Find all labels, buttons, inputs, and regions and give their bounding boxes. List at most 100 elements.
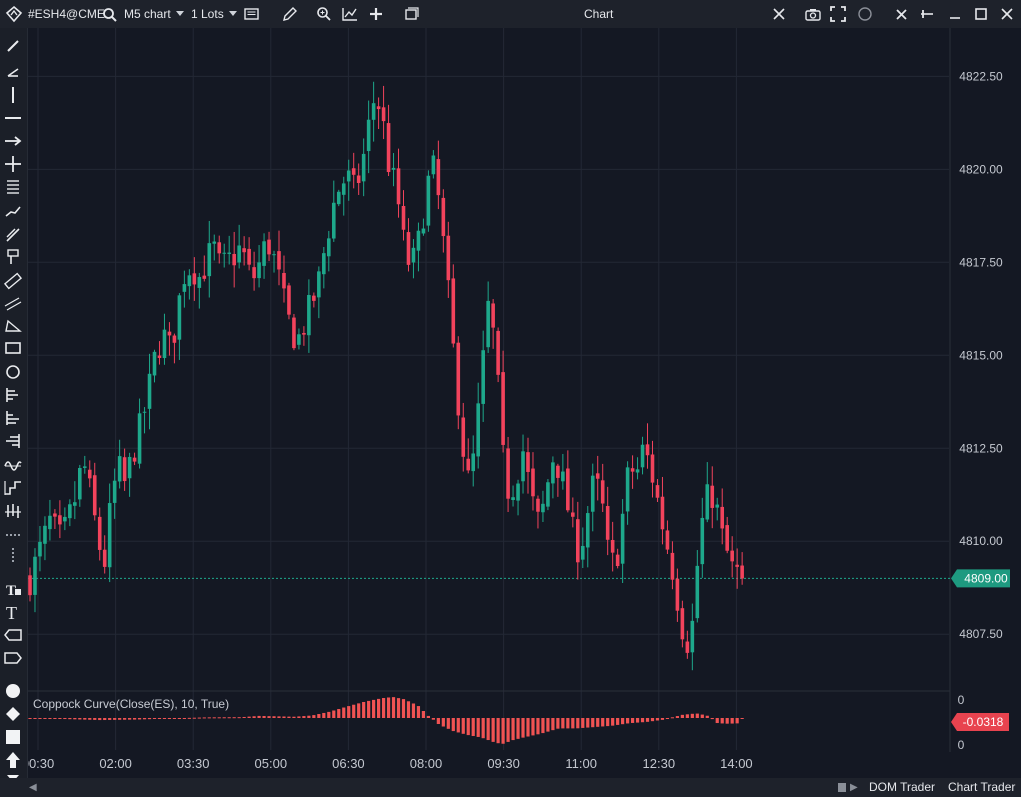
step-icon[interactable] <box>2 478 24 498</box>
histogram-bar <box>367 700 371 718</box>
price-tick-label: 4815.00 <box>959 348 1003 362</box>
trend-line-icon[interactable] <box>2 36 24 56</box>
callout-icon[interactable] <box>2 648 24 668</box>
candle-body <box>605 506 610 540</box>
histogram-bar <box>401 699 406 718</box>
histogram-bar <box>267 716 271 718</box>
histogram-bar <box>118 718 122 720</box>
candle <box>73 481 77 520</box>
bars-pattern-icon[interactable] <box>2 501 24 521</box>
last-price-label: 4809.00 <box>964 571 1008 585</box>
candle <box>212 234 217 261</box>
price-label-icon[interactable] <box>2 625 24 645</box>
histogram-bar <box>277 716 281 718</box>
candle-body <box>426 175 431 226</box>
candle <box>685 630 690 659</box>
candle-body <box>670 552 675 580</box>
histogram-bar <box>172 718 177 719</box>
candle <box>620 499 625 584</box>
candle <box>336 189 341 207</box>
text-icon[interactable]: T <box>2 602 24 622</box>
candle-body <box>531 468 535 497</box>
candle <box>157 341 162 365</box>
histogram-bar <box>461 718 465 734</box>
histogram-bar <box>247 716 251 718</box>
candle <box>307 279 311 353</box>
fibonacci-icon[interactable] <box>2 177 24 197</box>
histogram-bar <box>362 702 366 718</box>
arrow-icon[interactable] <box>2 131 24 151</box>
ray-icon[interactable] <box>2 61 24 81</box>
candle <box>222 243 227 268</box>
candle-body <box>346 170 351 182</box>
more-tools-icon[interactable] <box>2 525 24 545</box>
horizontal-line-icon[interactable] <box>2 108 24 128</box>
ruler-icon[interactable] <box>2 271 24 291</box>
candle <box>381 85 386 140</box>
arrow-up-marker-icon[interactable] <box>2 750 24 770</box>
candle <box>441 189 446 253</box>
polyline-icon[interactable] <box>2 201 24 221</box>
volume-profile-icon[interactable] <box>2 385 24 405</box>
price-axis-labels: 4822.50 4820.00 4817.50 4815.00 4812.50 4810.… <box>959 69 1003 641</box>
candle <box>476 382 480 469</box>
candle-body <box>356 175 361 183</box>
histogram-bar <box>476 718 480 737</box>
candle-body <box>521 451 525 482</box>
dom-trader-button[interactable]: DOM Trader <box>869 778 935 797</box>
candle-body <box>585 513 590 548</box>
scroll-thumb[interactable] <box>838 783 846 792</box>
cycle-icon[interactable] <box>2 454 24 474</box>
triangle-icon[interactable] <box>2 316 24 336</box>
ellipse-icon[interactable] <box>2 362 24 382</box>
candle <box>526 437 530 494</box>
candle <box>132 452 137 466</box>
candle-body <box>481 350 485 404</box>
histogram-bar <box>571 718 575 729</box>
histogram-bar <box>48 718 52 719</box>
candle-body <box>710 485 715 508</box>
candle <box>272 250 276 273</box>
rectangle-icon[interactable] <box>2 338 24 358</box>
volume-profile-2-icon[interactable] <box>2 408 24 428</box>
candle-body <box>740 565 744 579</box>
candle-body <box>720 506 725 529</box>
candle-body <box>132 457 137 462</box>
candle <box>322 246 326 289</box>
drag-handle-icon[interactable] <box>2 545 24 565</box>
square-marker-icon[interactable] <box>2 727 24 747</box>
histogram-bar <box>347 706 351 718</box>
candle <box>416 222 421 272</box>
candle <box>675 568 680 622</box>
chart-trader-button[interactable]: Chart Trader <box>948 778 1015 797</box>
candle-body <box>580 545 585 560</box>
candle <box>740 552 744 585</box>
scroll-left-icon[interactable]: ◀ <box>29 778 37 797</box>
crosshair-tool-icon[interactable] <box>2 154 24 174</box>
scroll-right-icon[interactable]: ▶ <box>850 778 858 797</box>
histogram-bar <box>342 707 346 718</box>
circle-marker-icon[interactable] <box>2 681 24 701</box>
histogram-bar <box>28 718 32 719</box>
candle-body <box>92 475 97 516</box>
text-lock-icon[interactable]: T <box>2 579 24 599</box>
time-axis-labels: 00:30 02:00 03:30 05:00 06:30 08:00 09:30 11:00… <box>22 756 753 771</box>
market-profile-icon[interactable] <box>2 431 24 451</box>
candle-body <box>546 482 550 507</box>
histogram-bar <box>546 718 550 732</box>
vertical-line-icon[interactable] <box>2 85 24 105</box>
pitchfork-icon[interactable] <box>2 225 24 245</box>
histogram-bar <box>645 718 650 722</box>
parallel-channel-icon[interactable] <box>2 294 24 314</box>
candle <box>346 159 351 201</box>
gann-icon[interactable] <box>2 247 24 267</box>
diamond-marker-icon[interactable] <box>2 704 24 724</box>
histogram-bar <box>317 714 321 718</box>
candle <box>162 313 167 365</box>
price-chart[interactable]: 4822.50 4820.00 4817.50 4815.00 4812.50 4810.… <box>0 0 1021 797</box>
candle <box>376 97 381 130</box>
candle-body <box>551 462 555 484</box>
price-tick-label: 4807.50 <box>959 627 1003 641</box>
candle-body <box>680 608 685 640</box>
candle <box>496 327 500 383</box>
